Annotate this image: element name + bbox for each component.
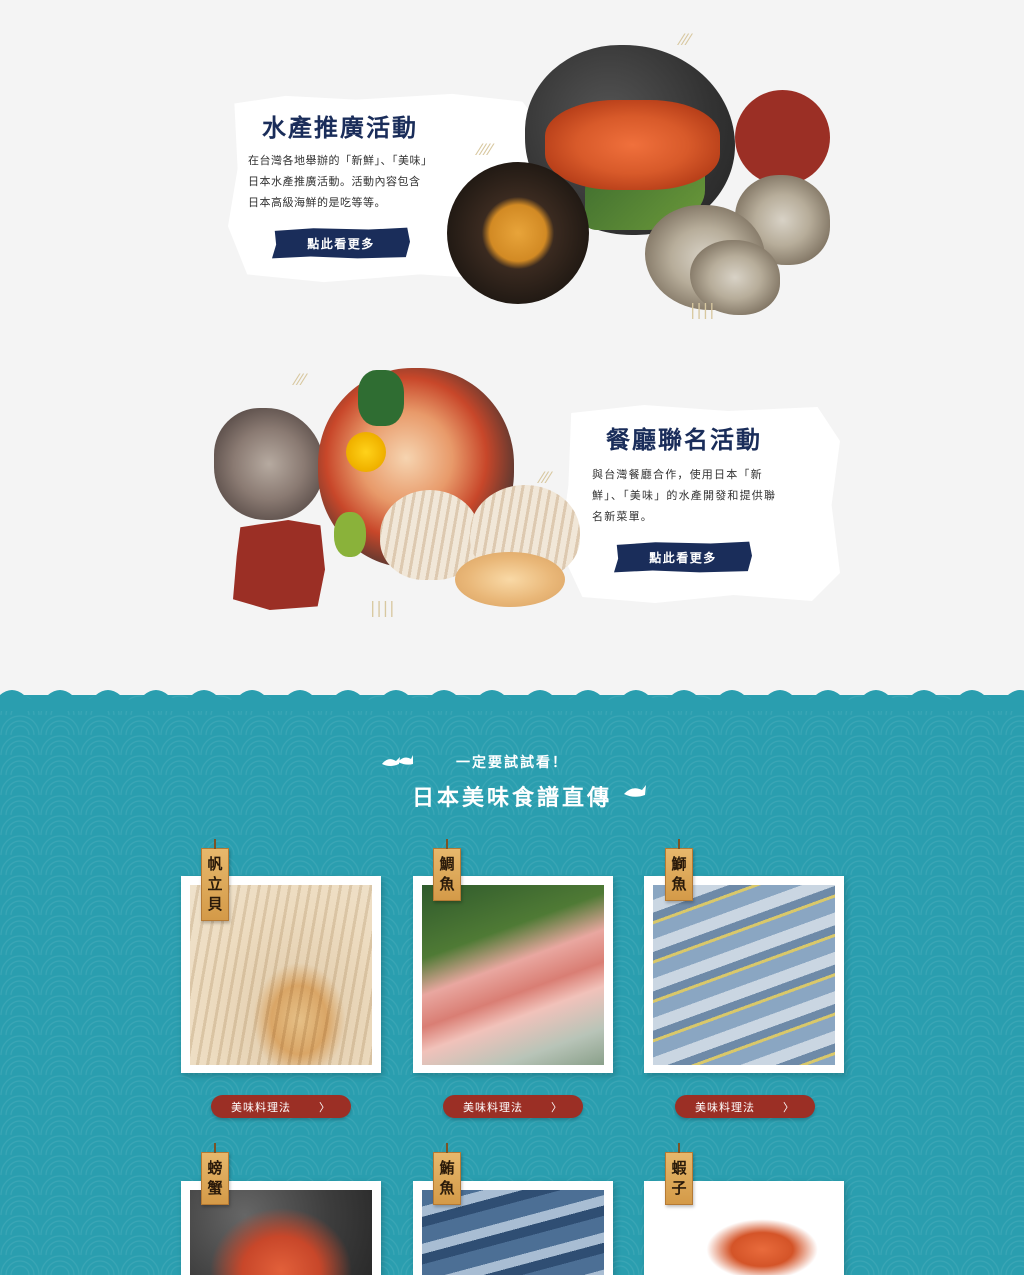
promo-description: 在台灣各地舉辦的「新鮮」、「美味」 日本水產推廣活動。活動內容包含 日本高級海鮮…: [248, 154, 433, 209]
recipe-tag-sea-bream: 鯛 魚: [433, 848, 461, 901]
promo-title: 水產推廣活動: [262, 113, 418, 142]
recipe-tag-tuna: 鮪 魚: [433, 1152, 461, 1205]
wave-border: [0, 690, 1024, 711]
chevron-right-icon: 〉: [783, 1100, 795, 1114]
sparkle-rays-decoration: ⁄⁄⁄: [295, 370, 307, 389]
collab-description: 與台灣餐廳合作，使用日本「新 鮮」、「美味」的水產開發和提供聯 名新菜單。: [592, 468, 777, 523]
recipe-button-sea-bream[interactable]: 美味料理法〉: [443, 1095, 583, 1118]
snow-crab-image: [545, 100, 720, 190]
scallop-meat-image: [455, 552, 565, 607]
chrysanthemum-image: [346, 432, 386, 472]
yellowtail-photo: [653, 885, 835, 1065]
recipe-tag-scallop: 帆 立 貝: [201, 848, 229, 921]
sparkle-rays-decoration: ⁄⁄⁄⁄: [478, 140, 493, 159]
sparkle-rays-decoration: ⁄⁄⁄: [680, 30, 692, 49]
chevron-right-icon: 〉: [551, 1100, 563, 1114]
recipe-button-scallop[interactable]: 美味料理法〉: [211, 1095, 351, 1118]
recipe-tag-crab: 螃 蟹: [201, 1152, 229, 1205]
red-circle-decoration: [735, 90, 830, 185]
collab-title: 餐廳聯名活動: [606, 425, 762, 454]
recipe-tag-yellowtail: 鰤 魚: [665, 848, 693, 901]
promo-more-button[interactable]: 點此看更多: [272, 227, 410, 259]
recipe-card-yellowtail[interactable]: [644, 876, 844, 1073]
sea-urchin-image: [447, 162, 589, 304]
cucumber-image: [358, 370, 404, 426]
recipes-subtitle: 一定要試試看！: [456, 755, 568, 771]
collab-more-button[interactable]: 點此看更多: [614, 541, 752, 573]
sparkle-rays-decoration: ||||: [370, 598, 396, 617]
fish-icon: [622, 782, 648, 805]
red-brush-decoration: [233, 520, 325, 610]
sparkle-rays-decoration: ||||: [690, 300, 716, 319]
recipes-title: 日本美味食譜直傳: [411, 785, 612, 811]
recipe-tag-shrimp: 蝦 子: [665, 1152, 693, 1205]
sea-bream-photo: [422, 885, 604, 1065]
recipe-button-yellowtail[interactable]: 美味料理法〉: [675, 1095, 815, 1118]
chevron-right-icon: 〉: [319, 1100, 331, 1114]
sparkle-rays-decoration: ⁄⁄⁄: [540, 468, 552, 487]
recipe-card-sea-bream[interactable]: [413, 876, 613, 1073]
wasabi-image: [334, 512, 366, 557]
